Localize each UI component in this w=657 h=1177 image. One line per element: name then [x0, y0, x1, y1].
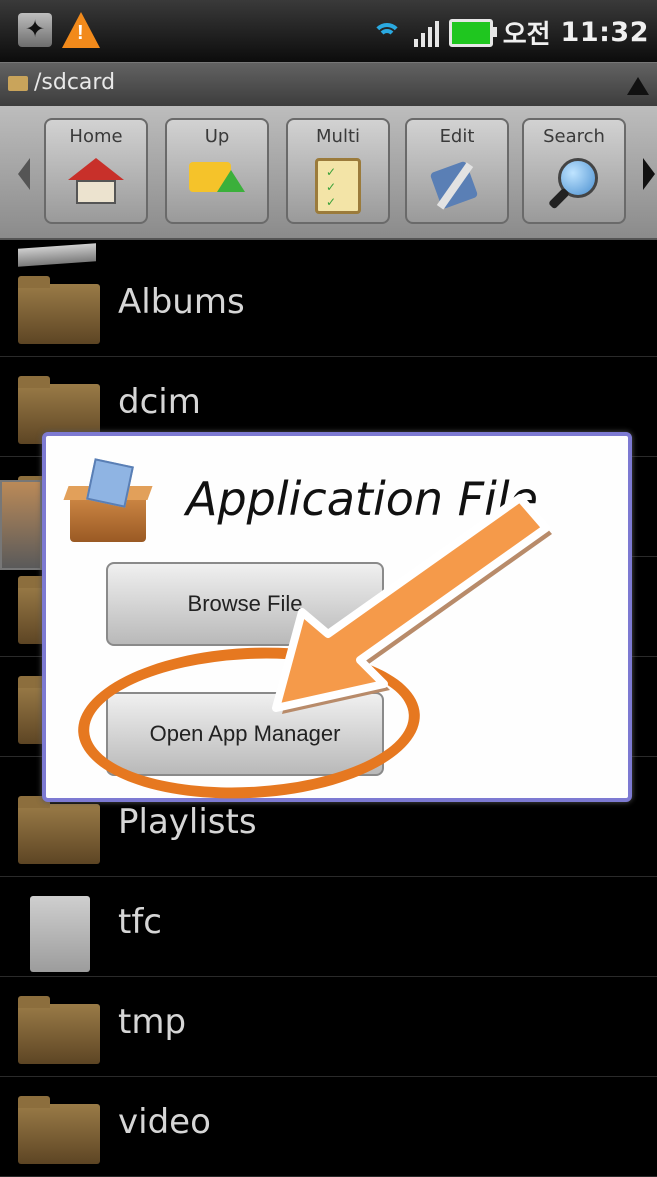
pointer-arrow-icon — [272, 494, 552, 714]
